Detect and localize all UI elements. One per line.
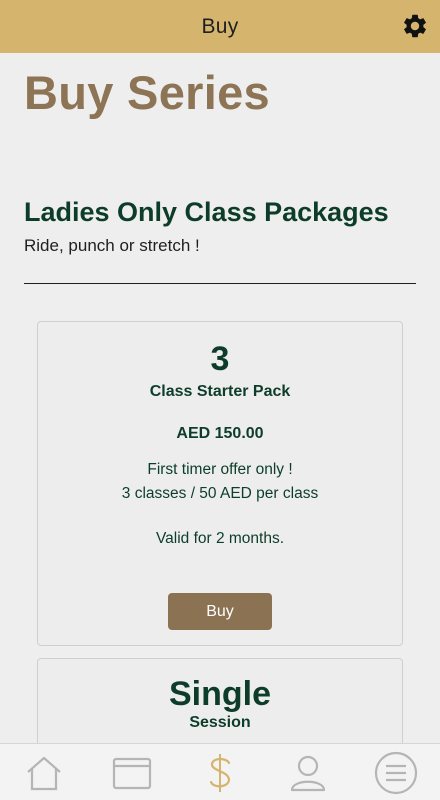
- package-name: Session: [189, 714, 251, 731]
- package-card: 3 Class Starter Pack AED 150.00 First ti…: [37, 321, 403, 646]
- package-name: Class Starter Pack: [149, 383, 291, 400]
- section-divider: [24, 283, 416, 284]
- package-description: First timer offer only ! 3 classes / 50 …: [38, 458, 402, 506]
- package-description-line: 3 classes / 50 AED per class: [121, 485, 319, 502]
- menu-icon[interactable]: [374, 751, 418, 795]
- section-subtitle: Ride, punch or stretch !: [24, 236, 200, 255]
- buy-button[interactable]: Buy: [168, 593, 272, 630]
- package-card: Single Session: [37, 658, 403, 743]
- scroll-content[interactable]: Buy Series Ladies Only Class Packages Ri…: [0, 53, 440, 743]
- bottom-tab-bar: [0, 743, 440, 800]
- profile-icon[interactable]: [286, 752, 330, 794]
- package-price: AED 150.00: [176, 425, 264, 442]
- page-title: Buy Series: [24, 66, 270, 119]
- package-validity: Valid for 2 months.: [155, 530, 285, 547]
- header-title: Buy: [201, 14, 239, 38]
- gear-icon[interactable]: [400, 11, 430, 41]
- package-quantity: 3: [210, 340, 230, 378]
- calendar-icon[interactable]: [110, 752, 154, 794]
- section-title: Ladies Only Class Packages: [24, 197, 389, 227]
- home-icon[interactable]: [22, 752, 66, 794]
- package-quantity: Single: [168, 675, 272, 713]
- dollar-icon[interactable]: [198, 752, 242, 794]
- app-header: Buy: [0, 0, 440, 53]
- package-description-line: First timer offer only !: [147, 461, 293, 478]
